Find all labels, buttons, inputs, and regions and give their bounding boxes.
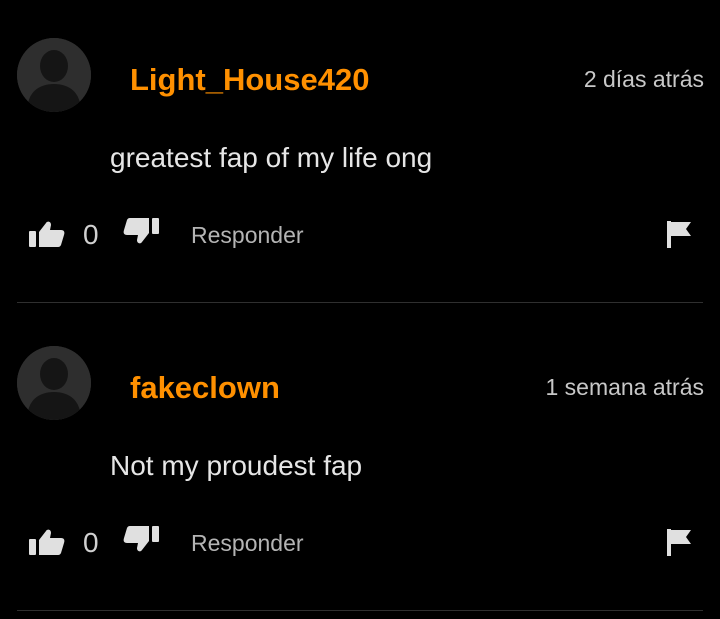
reply-button[interactable]: Responder xyxy=(191,220,304,250)
thumbs-down-icon[interactable] xyxy=(122,216,160,246)
comment-list: Light_House420 2 días atrás greatest fap… xyxy=(0,0,720,619)
comment-text: Not my proudest fap xyxy=(110,450,363,481)
comment-username[interactable]: fakeclown xyxy=(130,368,280,408)
flag-icon[interactable] xyxy=(664,218,694,250)
like-count: 0 xyxy=(83,527,99,558)
comment-text: greatest fap of my life ong xyxy=(110,142,433,173)
reply-button[interactable]: Responder xyxy=(191,528,304,558)
comment-timestamp: 2 días atrás xyxy=(583,66,704,92)
comment-timestamp: 1 semana atrás xyxy=(545,374,704,400)
comment-item: Light_House420 2 días atrás greatest fap… xyxy=(0,0,720,308)
comment-username[interactable]: Light_House420 xyxy=(130,60,369,100)
flag-icon[interactable] xyxy=(664,526,694,558)
thumbs-up-icon[interactable] xyxy=(28,527,66,557)
comment-actions: 0 Responder xyxy=(0,210,720,260)
comment-actions: 0 Responder xyxy=(0,518,720,568)
comment-divider xyxy=(17,302,703,303)
user-avatar-icon[interactable] xyxy=(17,38,91,112)
like-count: 0 xyxy=(83,219,99,250)
comment-divider xyxy=(17,610,703,611)
user-avatar-icon[interactable] xyxy=(17,346,91,420)
thumbs-down-icon[interactable] xyxy=(122,524,160,554)
thumbs-up-icon[interactable] xyxy=(28,219,66,249)
comment-item: fakeclown 1 semana atrás Not my proudest… xyxy=(0,308,720,616)
